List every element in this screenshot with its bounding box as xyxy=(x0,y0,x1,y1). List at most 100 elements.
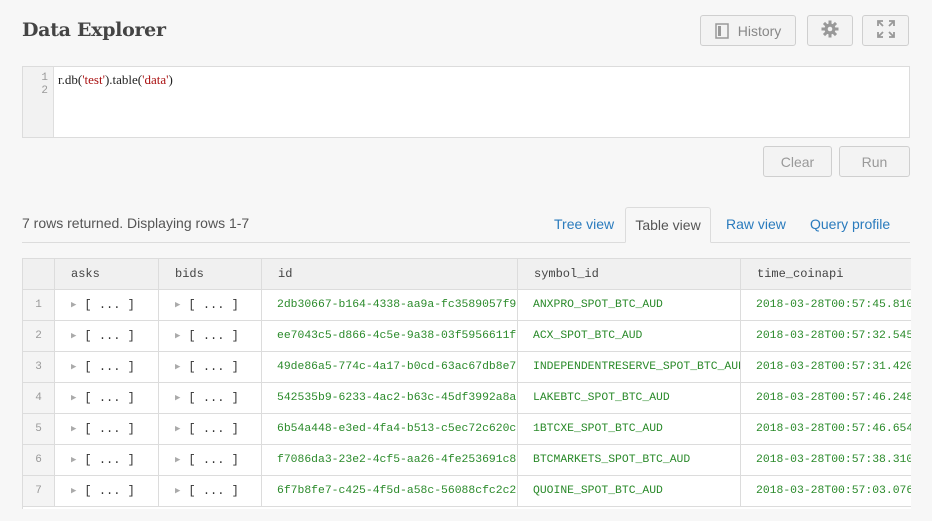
results-table: asks bids id symbol_id time_coinapi 1 ▶ [ … xyxy=(22,258,911,509)
line-number: 2 xyxy=(41,85,48,97)
id-cell-text: f7086da3-23e2-4cf5-aa26-4fe253691c8d xyxy=(277,454,518,466)
bids-cell[interactable]: ▶ [ ... ] xyxy=(159,414,262,445)
row-number-text: 1 xyxy=(35,299,42,311)
symbol-id-cell-text: INDEPENDENTRESERVE_SPOT_BTC_AUD xyxy=(533,361,741,373)
triangle-right-icon[interactable]: ▶ xyxy=(175,424,180,434)
id-cell-text: 542535b9-6233-4ac2-b63c-45df3992a8a5 xyxy=(277,392,518,404)
asks-cell[interactable]: ▶ [ ... ] xyxy=(55,445,159,476)
triangle-right-icon[interactable]: ▶ xyxy=(71,455,76,465)
bids-cell[interactable]: ▶ [ ... ] xyxy=(159,445,262,476)
triangle-right-icon[interactable]: ▶ xyxy=(175,362,180,372)
bids-cell[interactable]: ▶ [ ... ] xyxy=(159,476,262,507)
symbol-id-cell-text: 1BTCXE_SPOT_BTC_AUD xyxy=(533,423,663,435)
tab-query-profile[interactable]: Query profile xyxy=(810,216,890,232)
symbol-id-cell-text: ACX_SPOT_BTC_AUD xyxy=(533,330,643,342)
settings-button[interactable] xyxy=(807,15,853,46)
time-coinapi-cell-text: 2018-03-28T00:57:38.3109 xyxy=(756,454,911,466)
column-header-bids[interactable]: bids xyxy=(159,259,262,290)
query-editor[interactable]: 1 2 r.db('test').table('data') xyxy=(22,66,910,138)
asks-cell[interactable]: ▶ [ ... ] xyxy=(55,290,159,321)
document-icon xyxy=(714,22,729,39)
triangle-right-icon[interactable]: ▶ xyxy=(71,424,76,434)
column-header-asks[interactable]: asks xyxy=(55,259,159,290)
history-button[interactable]: History xyxy=(700,15,796,46)
bids-cell-text: [ ... ] xyxy=(188,391,239,405)
triangle-right-icon[interactable]: ▶ xyxy=(175,486,180,496)
symbol-id-cell: LAKEBTC_SPOT_BTC_AUD xyxy=(518,383,741,414)
symbol-id-cell-text: BTCMARKETS_SPOT_BTC_AUD xyxy=(533,454,691,466)
triangle-right-icon[interactable]: ▶ xyxy=(175,331,180,341)
id-cell-text: 49de86a5-774c-4a17-b0cd-63ac67db8e7c xyxy=(277,361,518,373)
row-number: 7 xyxy=(23,476,55,507)
row-number-text: 5 xyxy=(35,423,42,435)
time-coinapi-cell: 2018-03-28T00:57:31.4203 xyxy=(741,352,911,383)
bids-cell-text: [ ... ] xyxy=(188,453,239,467)
bids-cell[interactable]: ▶ [ ... ] xyxy=(159,383,262,414)
bids-cell[interactable]: ▶ [ ... ] xyxy=(159,352,262,383)
time-coinapi-cell-text: 2018-03-28T00:57:32.5453 xyxy=(756,330,911,342)
asks-cell[interactable]: ▶ [ ... ] xyxy=(55,321,159,352)
editor-gutter: 1 2 xyxy=(23,67,54,137)
code-token: ) xyxy=(168,72,173,87)
row-number: 4 xyxy=(23,383,55,414)
row-number: 1 xyxy=(23,290,55,321)
tab-table-view[interactable]: Table view xyxy=(625,207,711,243)
run-button[interactable]: Run xyxy=(839,146,910,177)
bids-cell[interactable]: ▶ [ ... ] xyxy=(159,321,262,352)
symbol-id-cell-text: ANXPRO_SPOT_BTC_AUD xyxy=(533,299,663,311)
id-cell: ee7043c5-d866-4c5e-9a38-03f5956611f7 xyxy=(262,321,518,352)
code-token: r.db( xyxy=(58,72,83,87)
tabs-divider xyxy=(22,242,910,243)
time-coinapi-cell-text: 2018-03-28T00:57:45.8109 xyxy=(756,299,911,311)
asks-cell[interactable]: ▶ [ ... ] xyxy=(55,352,159,383)
tab-raw-view[interactable]: Raw view xyxy=(726,216,786,232)
bids-cell-text: [ ... ] xyxy=(188,360,239,374)
triangle-right-icon[interactable]: ▶ xyxy=(175,393,180,403)
triangle-right-icon[interactable]: ▶ xyxy=(71,300,76,310)
id-cell: 6f7b8fe7-c425-4f5d-a58c-56088cfc2c22 xyxy=(262,476,518,507)
time-coinapi-cell-text: 2018-03-28T00:57:31.4203 xyxy=(756,361,911,373)
column-header-symbol-id[interactable]: symbol_id xyxy=(518,259,741,290)
symbol-id-cell: ACX_SPOT_BTC_AUD xyxy=(518,321,741,352)
triangle-right-icon[interactable]: ▶ xyxy=(175,300,180,310)
code-string: 'test' xyxy=(82,72,105,87)
asks-cell[interactable]: ▶ [ ... ] xyxy=(55,414,159,445)
time-coinapi-cell-text: 2018-03-28T00:57:46.2484 xyxy=(756,392,911,404)
row-number: 5 xyxy=(23,414,55,445)
fullscreen-button[interactable] xyxy=(862,15,909,46)
time-coinapi-cell-text: 2018-03-28T00:57:03.0765 xyxy=(756,485,911,497)
id-cell-text: 2db30667-b164-4338-aa9a-fc3589057f9e xyxy=(277,299,518,311)
symbol-id-cell-text: QUOINE_SPOT_BTC_AUD xyxy=(533,485,663,497)
time-coinapi-cell: 2018-03-28T00:57:45.8109 xyxy=(741,290,911,321)
time-coinapi-cell: 2018-03-28T00:57:46.6547 xyxy=(741,414,911,445)
asks-cell-text: [ ... ] xyxy=(84,329,135,343)
triangle-right-icon[interactable]: ▶ xyxy=(71,393,76,403)
bids-cell-text: [ ... ] xyxy=(188,298,239,312)
triangle-right-icon[interactable]: ▶ xyxy=(71,331,76,341)
code-line[interactable]: r.db('test').table('data') xyxy=(58,72,173,88)
triangle-right-icon[interactable]: ▶ xyxy=(71,362,76,372)
row-number: 2 xyxy=(23,321,55,352)
tab-tree-view[interactable]: Tree view xyxy=(554,216,614,232)
time-coinapi-cell: 2018-03-28T00:57:38.3109 xyxy=(741,445,911,476)
triangle-right-icon[interactable]: ▶ xyxy=(71,486,76,496)
triangle-right-icon[interactable]: ▶ xyxy=(175,455,180,465)
id-cell: 49de86a5-774c-4a17-b0cd-63ac67db8e7c xyxy=(262,352,518,383)
id-cell: 6b54a448-e3ed-4fa4-b513-c5ec72c620c7 xyxy=(262,414,518,445)
bids-cell[interactable]: ▶ [ ... ] xyxy=(159,290,262,321)
row-number-text: 2 xyxy=(35,330,42,342)
code-token: ).table( xyxy=(104,72,143,87)
symbol-id-cell: INDEPENDENTRESERVE_SPOT_BTC_AUD xyxy=(518,352,741,383)
time-coinapi-cell: 2018-03-28T00:57:46.2484 xyxy=(741,383,911,414)
id-cell: 2db30667-b164-4338-aa9a-fc3589057f9e xyxy=(262,290,518,321)
asks-cell[interactable]: ▶ [ ... ] xyxy=(55,383,159,414)
time-coinapi-cell-text: 2018-03-28T00:57:46.6547 xyxy=(756,423,911,435)
column-header-time-coinapi[interactable]: time_coinapi xyxy=(741,259,911,290)
results-status: 7 rows returned. Displaying rows 1-7 xyxy=(22,215,250,231)
clear-button[interactable]: Clear xyxy=(763,146,832,177)
bids-cell-text: [ ... ] xyxy=(188,329,239,343)
asks-cell-text: [ ... ] xyxy=(84,360,135,374)
id-cell: f7086da3-23e2-4cf5-aa26-4fe253691c8d xyxy=(262,445,518,476)
asks-cell[interactable]: ▶ [ ... ] xyxy=(55,476,159,507)
column-header-id[interactable]: id xyxy=(262,259,518,290)
